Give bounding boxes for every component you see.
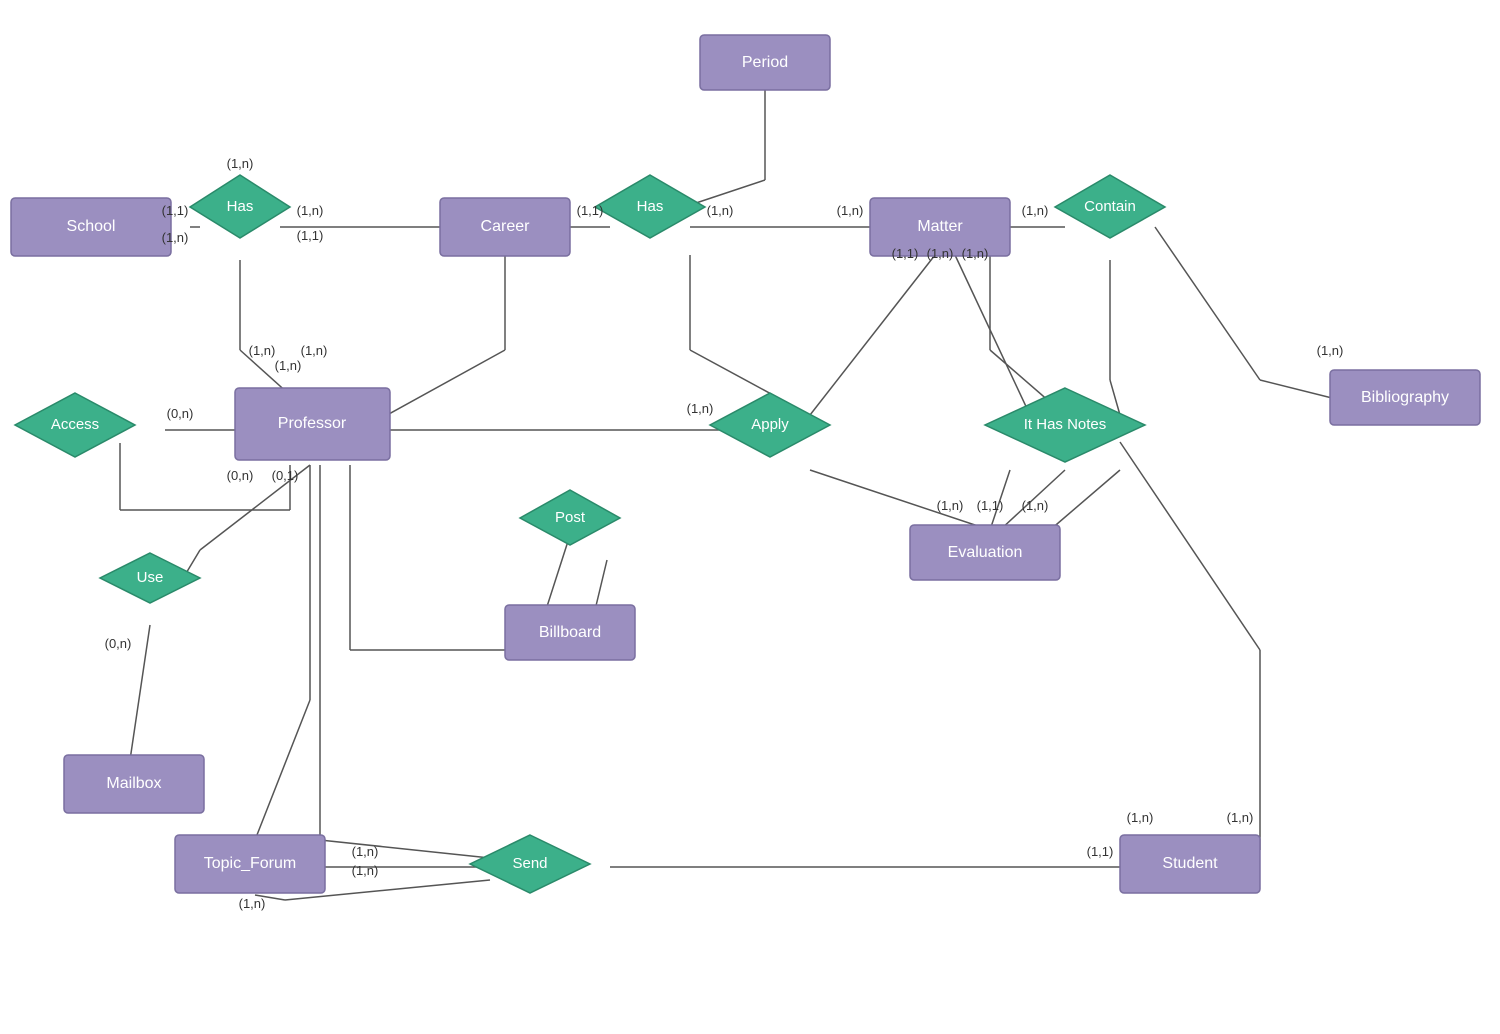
card-has1-career-top: (1,n) bbox=[297, 203, 324, 218]
card-has1-prof-a: (1,n) bbox=[249, 343, 276, 358]
access-label: Access bbox=[51, 416, 99, 433]
card-access-prof: (0,n) bbox=[167, 406, 194, 421]
topic-forum-label: Topic_Forum bbox=[204, 855, 296, 872]
card-has2-matter-b: (1,n) bbox=[837, 203, 864, 218]
er-diagram: Period School Has Career Has Matter Cont… bbox=[0, 0, 1500, 1029]
card-send-student: (1,1) bbox=[1087, 844, 1114, 859]
bibliography-label: Bibliography bbox=[1361, 389, 1449, 406]
has2-label: Has bbox=[637, 198, 664, 215]
card-has1-career-bot: (1,1) bbox=[297, 228, 324, 243]
card-career-has2-a: (1,1) bbox=[577, 203, 604, 218]
contain-label: Contain bbox=[1084, 198, 1136, 215]
use-label: Use bbox=[137, 569, 164, 586]
billboard-label: Billboard bbox=[539, 624, 601, 641]
period-label: Period bbox=[742, 54, 788, 71]
send-label: Send bbox=[512, 855, 547, 872]
has1-label: Has bbox=[227, 198, 254, 215]
card-has1-prof-c: (1,n) bbox=[301, 343, 328, 358]
card-topic-send-a: (1,n) bbox=[352, 844, 379, 859]
card-prof-access-bot: (0,n) bbox=[227, 468, 254, 483]
card-has2-matter-a: (1,n) bbox=[707, 203, 734, 218]
card-ithas-eval-b: (1,1) bbox=[977, 498, 1004, 513]
card-contain-biblio: (1,n) bbox=[1317, 343, 1344, 358]
card-school-has1-top: (1,1) bbox=[162, 203, 189, 218]
card-has1-prof-b: (1,n) bbox=[275, 358, 302, 373]
card-matter-bottom-c: (1,n) bbox=[962, 246, 989, 261]
card-ithas-eval-c: (1,n) bbox=[1022, 498, 1049, 513]
card-matter-bottom-a: (1,1) bbox=[892, 246, 919, 261]
evaluation-label: Evaluation bbox=[948, 544, 1023, 561]
card-matter-bottom-b: (1,n) bbox=[927, 246, 954, 261]
apply-label: Apply bbox=[751, 416, 789, 433]
card-student-a: (1,n) bbox=[1127, 810, 1154, 825]
card-topic-bottom: (1,n) bbox=[239, 896, 266, 911]
card-ithas-eval-a: (1,n) bbox=[937, 498, 964, 513]
mailbox-label: Mailbox bbox=[106, 775, 161, 792]
card-topic-send-b: (1,n) bbox=[352, 863, 379, 878]
card-school-has1-bot: (1,n) bbox=[162, 230, 189, 245]
card-use-mailbox: (0,n) bbox=[105, 636, 132, 651]
card-student-b: (1,n) bbox=[1227, 810, 1254, 825]
professor-label: Professor bbox=[278, 415, 347, 432]
career-label: Career bbox=[481, 218, 531, 235]
it-has-notes-label: It Has Notes bbox=[1024, 416, 1107, 433]
card-has1-top: (1,n) bbox=[227, 156, 254, 171]
card-prof-01: (0,1) bbox=[272, 468, 299, 483]
card-apply-left: (1,n) bbox=[687, 401, 714, 416]
student-label: Student bbox=[1162, 855, 1218, 872]
card-matter-contain: (1,n) bbox=[1022, 203, 1049, 218]
post-label: Post bbox=[555, 509, 586, 526]
school-label: School bbox=[67, 218, 116, 235]
matter-label: Matter bbox=[917, 218, 963, 235]
